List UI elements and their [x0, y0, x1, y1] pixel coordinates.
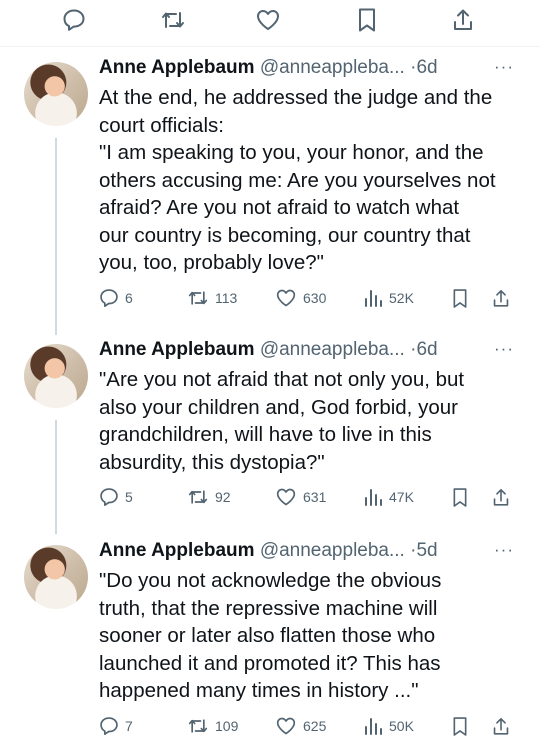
retweet-icon[interactable]: [158, 7, 188, 33]
tweet-text: "Do you not acknowledge the obvious trut…: [99, 567, 524, 705]
tweet[interactable]: Anne Applebaum @anneappleba... ·6d ··· A…: [0, 47, 540, 337]
tweet[interactable]: Anne Applebaum @anneappleba... ·5d ··· "…: [0, 530, 540, 749]
bookmark-icon: [453, 289, 467, 308]
more-options-icon[interactable]: ···: [494, 540, 514, 560]
reply-icon: [100, 488, 118, 506]
bookmark-button[interactable]: [451, 487, 469, 508]
reply-icon[interactable]: [59, 7, 89, 33]
more-options-icon[interactable]: ···: [494, 57, 514, 77]
tweet-actions: 5 92 631 47K: [99, 487, 519, 511]
text-line: absurdity, this dystopia?": [99, 450, 325, 474]
share-button[interactable]: [491, 288, 511, 309]
reply-count: 6: [125, 290, 133, 306]
like-button[interactable]: 625: [275, 716, 326, 736]
view-count: 52K: [389, 290, 414, 306]
views-button[interactable]: 47K: [363, 487, 414, 507]
bookmark-button[interactable]: [451, 716, 469, 737]
timestamp[interactable]: 6d: [416, 57, 437, 78]
author-name[interactable]: Anne Applebaum: [99, 57, 255, 78]
avatar[interactable]: [24, 545, 88, 609]
share-button[interactable]: [491, 487, 511, 508]
text-line: you, too, probably love?": [99, 251, 324, 274]
author-handle[interactable]: @anneappleba...: [260, 57, 405, 78]
like-count: 630: [303, 290, 327, 306]
author-handle[interactable]: @anneappleba...: [260, 540, 405, 561]
view-count: 47K: [389, 489, 414, 505]
share-button[interactable]: [491, 716, 511, 737]
reply-button[interactable]: 5: [99, 487, 133, 507]
text-line: At the end, he addressed the judge and t…: [99, 86, 493, 109]
text-line: sooner or later also flatten those who: [99, 624, 436, 647]
bookmark-icon: [453, 717, 467, 736]
text-line: "I am speaking to you, your honor, and t…: [99, 141, 484, 164]
views-icon: [365, 718, 382, 735]
timestamp[interactable]: 6d: [416, 339, 437, 360]
retweet-button[interactable]: 92: [187, 487, 231, 507]
share-icon: [493, 290, 509, 307]
bookmark-icon[interactable]: [352, 7, 382, 33]
tweet-header: Anne Applebaum @anneappleba... ·6d ···: [99, 57, 520, 83]
tweet[interactable]: Anne Applebaum @anneappleba... ·6d ··· "…: [0, 329, 540, 534]
view-count: 50K: [389, 718, 414, 734]
retweet-icon: [188, 490, 208, 504]
author-handle[interactable]: @anneappleba...: [260, 339, 405, 360]
like-count: 625: [303, 718, 327, 734]
tweet-actions: 6 113 630 52K: [99, 288, 519, 312]
bookmark-icon: [453, 488, 467, 507]
text-line: "Do you not acknowledge the obvious: [99, 569, 442, 592]
retweet-button[interactable]: 113: [187, 288, 237, 308]
author-name[interactable]: Anne Applebaum: [99, 540, 255, 561]
tweet-header: Anne Applebaum @anneappleba... ·5d ···: [99, 540, 520, 566]
like-count: 631: [303, 489, 327, 505]
like-button[interactable]: 630: [275, 288, 326, 308]
reply-button[interactable]: 6: [99, 288, 133, 308]
like-icon: [276, 289, 296, 307]
text-line: afraid? Are you not afraid to watch what: [99, 196, 460, 219]
views-button[interactable]: 52K: [363, 288, 414, 308]
text-line: launched it and promoted it? This has: [99, 651, 441, 675]
text-line: also your children and, God forbid, your: [99, 395, 458, 419]
text-line: grandchildren, will have to live in this: [99, 423, 432, 446]
views-button[interactable]: 50K: [363, 716, 414, 736]
text-line: "Are you not afraid that not only you, b…: [99, 368, 465, 391]
reply-icon: [100, 289, 118, 307]
like-button[interactable]: 631: [275, 487, 326, 507]
avatar[interactable]: [24, 62, 88, 126]
views-icon: [365, 489, 382, 506]
text-line: court officials:: [99, 113, 224, 137]
tweet-text: At the end, he addressed the judge and t…: [99, 84, 524, 277]
text-line: others accusing me: Are you yourselves n…: [99, 168, 496, 192]
text-line: truth, that the repressive machine will: [99, 596, 438, 620]
bookmark-button[interactable]: [451, 288, 469, 309]
reply-count: 5: [125, 489, 133, 505]
like-icon: [276, 717, 296, 735]
tweet-text: "Are you not afraid that not only you, b…: [99, 366, 524, 476]
views-icon: [365, 290, 382, 307]
tweet-actions: 7 109 625 50K: [99, 716, 519, 740]
reply-button[interactable]: 7: [99, 716, 133, 736]
like-icon[interactable]: [253, 7, 283, 33]
text-line: our country is becoming, our country tha…: [99, 223, 471, 247]
share-icon: [493, 718, 509, 735]
retweet-count: 109: [215, 718, 239, 734]
previous-tweet-action-bar: [0, 0, 540, 47]
retweet-count: 113: [215, 290, 238, 306]
reply-icon: [100, 717, 118, 735]
retweet-icon: [188, 291, 208, 305]
timestamp[interactable]: 5d: [416, 540, 437, 561]
reply-count: 7: [125, 718, 133, 734]
retweet-icon: [188, 719, 208, 733]
like-icon: [276, 488, 296, 506]
text-line: happened many times in history ...": [99, 679, 419, 702]
avatar[interactable]: [24, 344, 88, 408]
tweet-header: Anne Applebaum @anneappleba... ·6d ···: [99, 339, 520, 365]
more-options-icon[interactable]: ···: [494, 339, 514, 359]
share-icon: [493, 489, 509, 506]
retweet-button[interactable]: 109: [187, 716, 238, 736]
share-icon[interactable]: [448, 7, 478, 33]
author-name[interactable]: Anne Applebaum: [99, 339, 255, 360]
retweet-count: 92: [215, 489, 231, 505]
